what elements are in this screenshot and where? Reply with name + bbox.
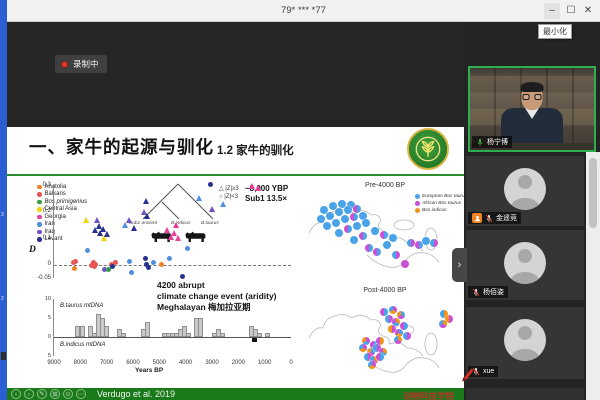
window-titlebar: 79* *** *77 – ☐ ✕ — [7, 0, 600, 22]
presentation-slide: 一、家牛的起源与驯化 1.2 家牛的驯化 Anatolia Balkans Bos … — [7, 127, 467, 400]
slide-subtitle: 1.2 家牛的驯化 — [217, 145, 294, 157]
x-axis-label: Years BP — [135, 367, 164, 374]
slide-thumb-number: 3 — [1, 212, 4, 218]
participant-name: 杨佰姿 — [483, 289, 504, 296]
participant-tile[interactable]: 金遥竞 — [466, 156, 584, 226]
participant-video-tile[interactable]: 杨宁博 — [468, 66, 596, 152]
map-title: Post-4000 BP — [363, 287, 407, 294]
presentation-control-icon[interactable]: ‹ — [11, 389, 21, 399]
presentation-control-icon[interactable]: ⋯ — [76, 389, 86, 399]
maximize-button[interactable]: ☐ — [563, 3, 579, 19]
presentation-control-icon[interactable]: ✎ — [37, 389, 47, 399]
participant-tile[interactable]: xue — [466, 307, 584, 379]
minimize-button[interactable]: – — [544, 3, 560, 19]
post-4000bp-map: Post-4000 BP — [305, 287, 465, 389]
presentation-control-icon[interactable]: ⊞ — [50, 389, 60, 399]
mic-on-icon — [477, 138, 483, 146]
presentation-control-icon[interactable]: › — [24, 389, 34, 399]
scrollbar-thumb[interactable] — [589, 158, 597, 228]
sidebar-scrollbar[interactable] — [586, 152, 600, 400]
participant-name: xue — [483, 368, 495, 375]
university-seal-icon — [407, 128, 449, 170]
participant-name: 金遥竞 — [496, 215, 517, 222]
meeting-id-title: 79* *** *77 — [281, 5, 326, 16]
speaker-face — [520, 82, 544, 110]
slide-title: 一、家牛的起源与驯化 — [29, 137, 214, 157]
map-legend: European Bos taurus African Bos taurus Bos… — [415, 193, 467, 214]
mtdna-histogram: B.taurus mtDNA B.indicus mtDNA 10 5 0 5 9000… — [44, 296, 293, 366]
slide-thumb-number: 2 — [1, 296, 4, 302]
participant-name: 杨宁博 — [487, 139, 508, 146]
slide-footer-bar: ‹ › ✎ ⊞ ⊙ ⋯ Verdugo et al. 2019 动物科技学院 — [7, 388, 464, 400]
avatar-silhouette-icon — [504, 242, 546, 284]
participant-nameplate: 杨宁博 — [472, 136, 512, 148]
d-statistic-scatter-plot: 0.3 0.2 0.1 0 -0.05 — [37, 182, 291, 281]
indicus-series-label: B.indicus mtDNA — [60, 342, 106, 348]
close-button[interactable]: ✕ — [580, 3, 596, 19]
avatar-silhouette-icon — [504, 168, 546, 210]
participant-nameplate: 杨佰姿 — [468, 286, 508, 298]
mic-muted-icon — [472, 288, 480, 296]
meeting-app-window: 3 2 79* *** *77 – ☐ ✕ 录制中 一、家牛的起源与驯化 1.2… — [0, 0, 600, 400]
d-axis-label: D — [29, 245, 36, 255]
avatar-silhouette-icon — [504, 319, 546, 361]
thumb-fragment — [1, 352, 6, 360]
recording-dot-icon — [61, 60, 68, 68]
title-divider — [7, 174, 464, 176]
screen-share-area: 录制中 一、家牛的起源与驯化 1.2 家牛的驯化 Anatolia Balkans… — [7, 22, 467, 400]
participant-tile-partial[interactable] — [466, 388, 584, 400]
presentation-controls[interactable]: ‹ › ✎ ⊞ ⊙ ⋯ — [11, 389, 89, 399]
minimize-tooltip: 最小化 — [538, 24, 572, 39]
presentation-control-icon[interactable]: ⊙ — [63, 389, 73, 399]
desktop-edge-strip: 3 2 — [0, 0, 7, 400]
map-title: Pre-4000 BP — [364, 182, 406, 189]
participant-nameplate: 金遥竞 — [468, 212, 521, 224]
taurus-series-label: B.taurus mtDNA — [60, 303, 104, 309]
sidebar-collapse-chevron[interactable]: › — [452, 248, 467, 282]
mic-muted-icon — [472, 367, 480, 376]
recording-label: 录制中 — [73, 59, 99, 69]
participant-tile[interactable]: 杨佰姿 — [466, 230, 584, 300]
participants-sidebar: 最小化 杨宁博 金遥竞 杨佰姿 xue — [464, 22, 600, 400]
host-badge-icon — [472, 213, 482, 223]
mic-muted-icon — [485, 214, 493, 222]
department-name: 动物科技学院 — [402, 390, 454, 400]
recording-indicator[interactable]: 录制中 — [55, 55, 107, 73]
citation-text: Verdugo et al. 2019 — [97, 389, 176, 399]
